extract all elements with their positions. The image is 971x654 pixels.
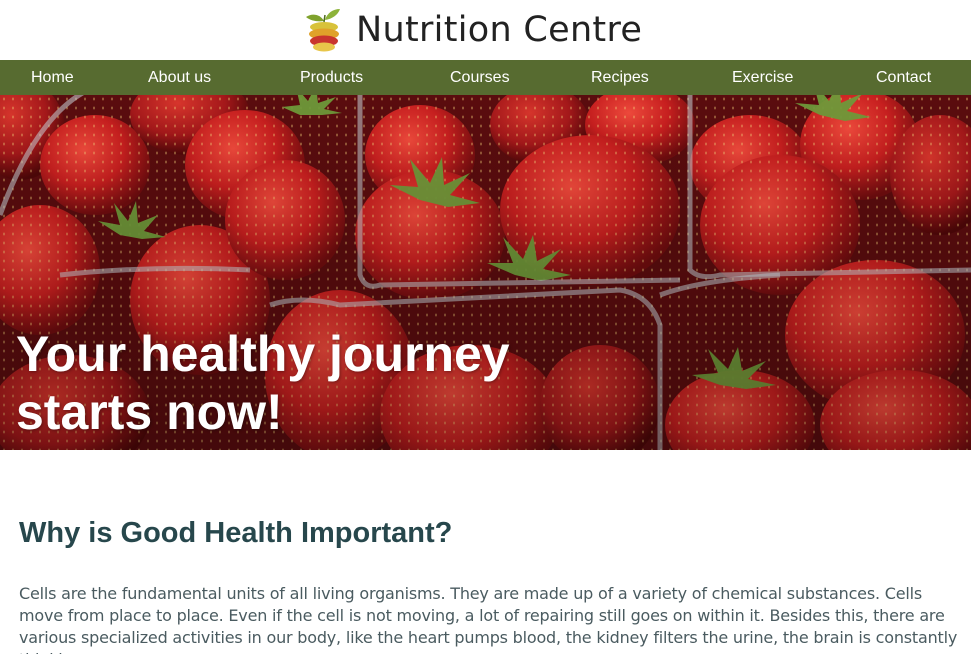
- hero-headline: Your healthy journey starts now!: [16, 325, 510, 441]
- hero-banner: Your healthy journey starts now!: [0, 95, 971, 450]
- nav-item-exercise[interactable]: Exercise: [732, 60, 793, 95]
- nav-item-contact[interactable]: Contact: [876, 60, 931, 95]
- logo-text: Nutrition Centre: [356, 9, 643, 50]
- hero-headline-line-1: Your healthy journey: [16, 326, 510, 382]
- nav-item-home[interactable]: Home: [31, 60, 74, 95]
- hero-headline-line-2: starts now!: [16, 384, 283, 440]
- nav-item-courses[interactable]: Courses: [450, 60, 510, 95]
- nav-item-products[interactable]: Products: [300, 60, 363, 95]
- nav-item-about-us[interactable]: About us: [148, 60, 211, 95]
- nav-item-recipes[interactable]: Recipes: [591, 60, 649, 95]
- site-header: Nutrition Centre: [0, 0, 971, 60]
- section-heading: Why is Good Health Important?: [19, 517, 453, 549]
- page: Nutrition Centre Home About us Products …: [0, 0, 971, 654]
- main-navigation: Home About us Products Courses Recipes E…: [0, 60, 971, 95]
- fruit-stack-logo-icon: [306, 9, 340, 52]
- site-logo-link[interactable]: Nutrition Centre: [300, 4, 642, 56]
- section-paragraph: Cells are the fundamental units of all l…: [19, 584, 958, 654]
